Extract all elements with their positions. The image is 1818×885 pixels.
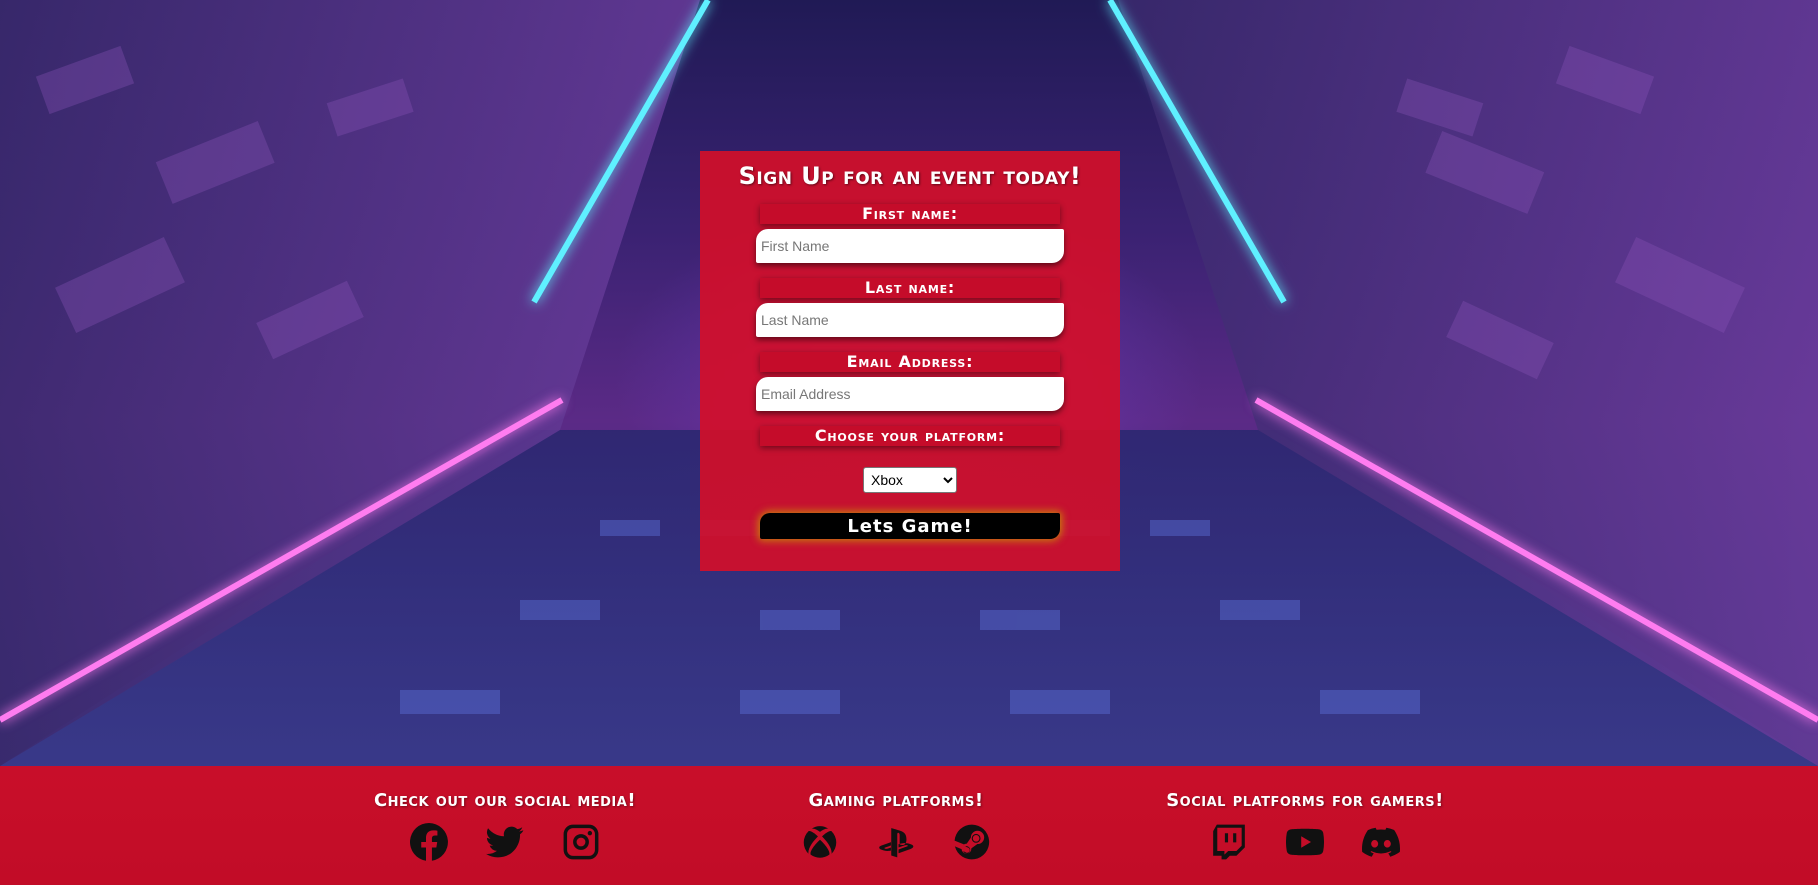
signup-form: Sign Up for an event today! First name: … xyxy=(700,151,1120,571)
last-name-group: Last name: xyxy=(755,278,1065,337)
discord-icon[interactable] xyxy=(1362,823,1401,861)
facebook-icon[interactable] xyxy=(409,823,448,861)
first-name-group: First name: xyxy=(755,204,1065,263)
platform-label: Choose your platform: xyxy=(760,426,1060,446)
form-title: Sign Up for an event today! xyxy=(738,162,1082,190)
xbox-icon[interactable] xyxy=(801,823,839,861)
email-label: Email Address: xyxy=(760,352,1060,372)
first-name-label: First name: xyxy=(760,204,1060,224)
email-group: Email Address: xyxy=(755,352,1065,411)
last-name-input[interactable] xyxy=(756,303,1064,337)
footer: Check out our social media! Gaming platf… xyxy=(0,766,1818,885)
instagram-icon[interactable] xyxy=(562,823,600,861)
gamer-social-heading: Social platforms for gamers! xyxy=(1166,790,1444,811)
gaming-heading: Gaming platforms! xyxy=(808,790,984,811)
lets-game-button[interactable]: Lets Game! xyxy=(760,513,1060,539)
footer-gaming-column: Gaming platforms! xyxy=(746,790,1046,861)
platform-select[interactable]: Xbox xyxy=(863,467,957,493)
first-name-input[interactable] xyxy=(756,229,1064,263)
youtube-icon[interactable] xyxy=(1285,823,1325,861)
submit-group: Lets Game! xyxy=(755,513,1065,539)
social-heading: Check out our social media! xyxy=(373,790,637,811)
footer-social-column: Check out our social media! xyxy=(340,790,670,861)
email-input[interactable] xyxy=(756,377,1064,411)
steam-icon[interactable] xyxy=(953,823,991,861)
platform-group: Choose your platform: Xbox xyxy=(755,426,1065,493)
last-name-label: Last name: xyxy=(760,278,1060,298)
twitch-icon[interactable] xyxy=(1210,823,1248,861)
twitter-icon[interactable] xyxy=(486,823,524,861)
footer-gamer-social-column: Social platforms for gamers! xyxy=(1140,790,1470,861)
playstation-icon[interactable] xyxy=(877,823,915,861)
